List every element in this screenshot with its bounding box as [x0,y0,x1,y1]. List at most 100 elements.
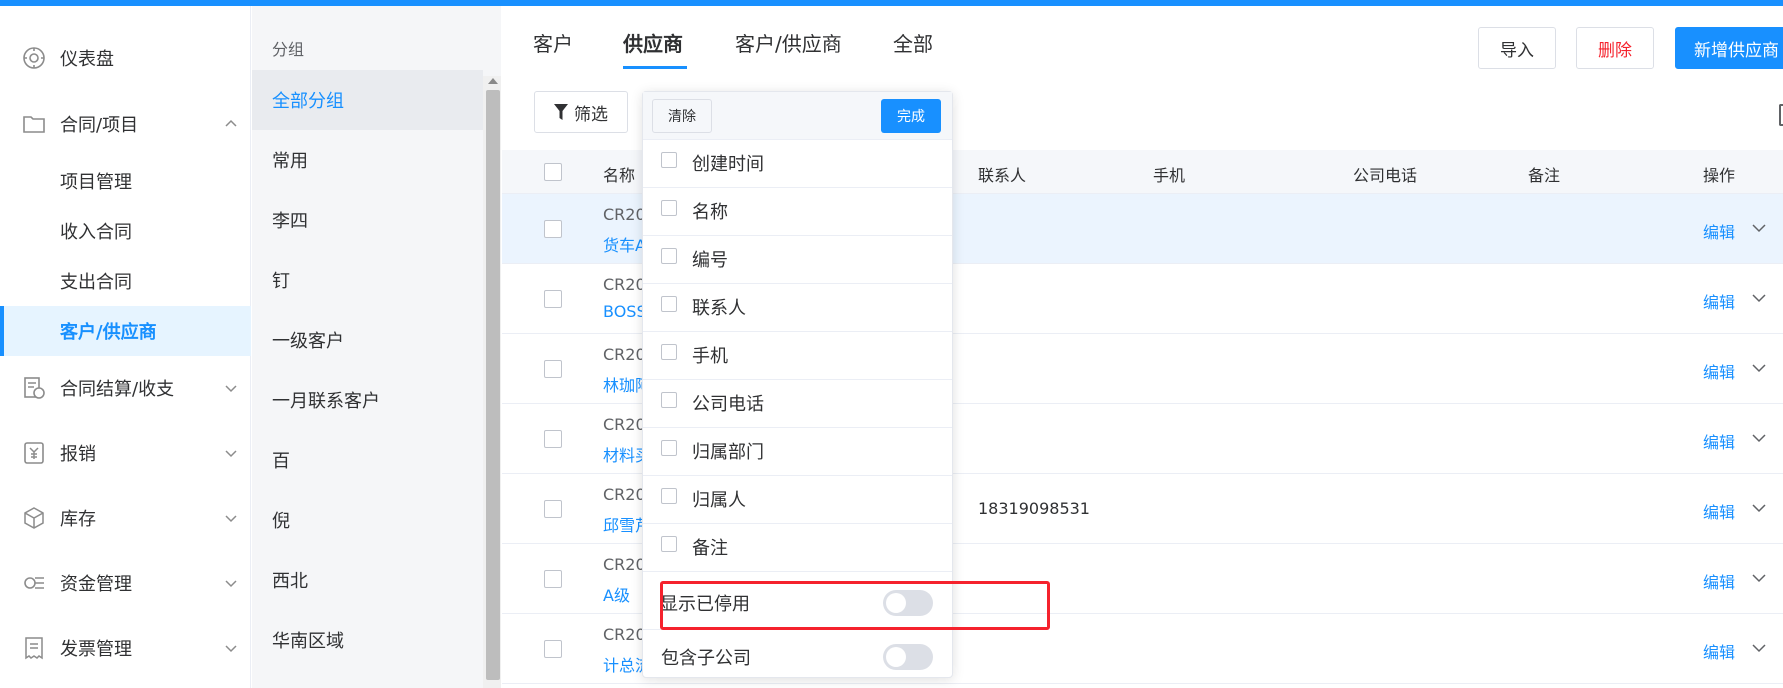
nav-sub-customer-supplier[interactable]: 客户/供应商 [0,306,251,356]
chevron-down-icon[interactable] [1752,361,1766,375]
group-panel-heading: 分组 [272,40,305,59]
column-option-company-phone[interactable]: 公司电话 [643,380,952,428]
clear-button[interactable]: 清除 [652,99,712,133]
column-option-checkbox[interactable] [661,200,677,216]
include-subsidiary-label: 包含子公司 [661,648,751,669]
filter-button[interactable]: 筛选 [534,91,628,133]
row-edit-link[interactable]: 编辑 [1703,219,1735,243]
nav-sub-project-management[interactable]: 项目管理 [0,156,251,206]
done-button[interactable]: 完成 [881,99,941,133]
chevron-down-icon[interactable] [1752,641,1766,655]
column-option-created-time[interactable]: 创建时间 [643,140,952,188]
tab-all[interactable]: 全部 [893,28,933,57]
column-option-checkbox[interactable] [661,248,677,264]
column-option-contact[interactable]: 联系人 [643,284,952,332]
nav-item-dashboard[interactable]: 仪表盘 [0,34,251,82]
col-header-contact[interactable]: 联系人 [978,162,1026,186]
folder-icon [23,116,45,133]
yuan-icon [24,442,44,464]
nav-sub-income-contract[interactable]: 收入合同 [0,206,251,256]
row-checkbox[interactable] [544,640,562,658]
group-item-label: 百 [272,451,290,472]
delete-button[interactable]: 删除 [1576,27,1654,69]
column-option-owner[interactable]: 归属人 [643,476,952,524]
column-settings-icon[interactable] [1779,104,1783,126]
group-item[interactable]: 一级客户 [252,310,483,370]
col-header-company-phone[interactable]: 公司电话 [1353,162,1417,186]
row-edit-link[interactable]: 编辑 [1703,429,1735,453]
row-checkbox[interactable] [544,500,562,518]
chevron-down-icon[interactable] [1752,571,1766,585]
chevron-down-icon [225,385,237,393]
column-option-checkbox[interactable] [661,536,677,552]
group-item[interactable]: 常用 [252,130,483,190]
column-option-checkbox[interactable] [661,440,677,456]
col-header-remark[interactable]: 备注 [1528,162,1560,186]
column-option-label: 公司电话 [692,394,764,415]
nav-item-fund-management[interactable]: 资金管理 [0,559,251,607]
nav-item-invoice-management[interactable]: 发票管理 [0,624,251,672]
col-header-name[interactable]: 名称 [603,162,635,186]
group-item[interactable]: 一月联系客户 [252,370,483,430]
import-button[interactable]: 导入 [1478,27,1556,69]
group-item[interactable]: 倪 [252,490,483,550]
include-subsidiary-toggle[interactable] [883,644,933,670]
chevron-down-icon[interactable] [1752,431,1766,445]
row-edit-link[interactable]: 编辑 [1703,359,1735,383]
column-option-department[interactable]: 归属部门 [643,428,952,476]
add-supplier-button[interactable]: 新增供应商 [1675,27,1783,69]
column-option-remark[interactable]: 备注 [643,524,952,572]
column-option-name[interactable]: 名称 [643,188,952,236]
nav-sub-expense-contract[interactable]: 支出合同 [0,256,251,306]
tab-customer-supplier[interactable]: 客户/供应商 [735,28,842,57]
nav-item-reimbursement[interactable]: 报销 [0,429,251,477]
show-disabled-toggle[interactable] [883,590,933,616]
column-option-checkbox[interactable] [661,296,677,312]
row-checkbox[interactable] [544,220,562,238]
nav-item-contract-project[interactable]: 合同/项目 [0,100,251,148]
row-checkbox[interactable] [544,290,562,308]
row-checkbox[interactable] [544,360,562,378]
column-option-checkbox[interactable] [661,488,677,504]
column-option-checkbox[interactable] [661,344,677,360]
column-option-code[interactable]: 编号 [643,236,952,284]
tab-customer[interactable]: 客户 [533,28,573,57]
row-edit-link[interactable]: 编辑 [1703,569,1735,593]
row-code: CR20 [603,485,646,504]
column-option-checkbox[interactable] [661,392,677,408]
row-edit-link[interactable]: 编辑 [1703,499,1735,523]
scroll-up-arrow-icon[interactable] [488,78,498,84]
nav-item-label: 资金管理 [60,574,132,595]
chevron-down-icon[interactable] [1752,221,1766,235]
chevron-down-icon[interactable] [1752,501,1766,515]
group-item[interactable]: 西北 [252,550,483,610]
chevron-down-icon[interactable] [1752,291,1766,305]
row-name-link[interactable]: A级 [603,582,630,606]
group-item-label: 倪 [272,511,290,532]
group-panel: 分组 全部分组 常用 李四 钉 一级客户 一月联系客户 百 倪 西北 华南区域 [252,6,501,688]
group-scrollbar[interactable] [483,76,501,688]
group-item-all[interactable]: 全部分组 [252,70,483,130]
tab-supplier[interactable]: 供应商 [623,28,683,57]
nav-item-inventory[interactable]: 库存 [0,494,251,542]
group-item[interactable]: 百 [252,430,483,490]
group-item[interactable]: 钉 [252,250,483,310]
nav-item-settlement[interactable]: 合同结算/收支 [0,364,251,412]
col-header-mobile[interactable]: 手机 [1153,162,1185,186]
row-edit-link[interactable]: 编辑 [1703,639,1735,663]
row-edit-link[interactable]: 编辑 [1703,289,1735,313]
row-checkbox[interactable] [544,430,562,448]
row-code: CR20 [603,205,646,224]
row-name-link[interactable]: 货车A [603,232,646,256]
select-all-checkbox[interactable] [544,163,562,181]
scrollbar-thumb[interactable] [486,90,500,680]
group-item[interactable]: 李四 [252,190,483,250]
column-option-checkbox[interactable] [661,152,677,168]
row-checkbox[interactable] [544,570,562,588]
row-code: CR20 [603,345,646,364]
column-option-mobile[interactable]: 手机 [643,332,952,380]
group-item[interactable]: 华南区域 [252,610,483,670]
sidebar-nav: 仪表盘 合同/项目 项目管理 收入合同 支出合同 客户/供应商 合同结算/收支 … [0,6,251,688]
column-option-label: 归属部门 [692,442,764,463]
row-name-link[interactable]: BOSS [603,302,647,321]
